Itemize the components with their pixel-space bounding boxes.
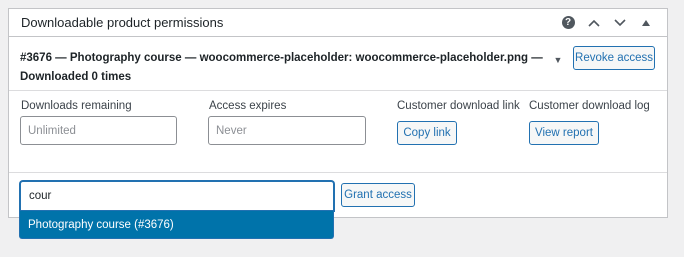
- panel-header: Downloadable product permissions ?: [9, 9, 667, 37]
- copy-link-button[interactable]: Copy link: [397, 121, 457, 145]
- downloads-remaining-input[interactable]: [20, 116, 177, 145]
- search-results-dropdown: Photography course (#3676): [19, 211, 334, 239]
- panel-title: Downloadable product permissions: [21, 15, 224, 30]
- permission-header: #3676 — Photography course — woocommerce…: [9, 38, 667, 91]
- permission-title: #3676 — Photography course — woocommerce…: [20, 52, 543, 83]
- caret-down-icon[interactable]: ▼: [553, 55, 563, 65]
- product-search-input[interactable]: [20, 181, 334, 211]
- revoke-access-button[interactable]: Revoke access: [573, 46, 655, 70]
- help-icon[interactable]: ?: [557, 12, 579, 34]
- search-result-option[interactable]: Photography course (#3676): [20, 211, 333, 239]
- downloadable-permissions-panel: Downloadable product permissions ? #3676…: [8, 8, 668, 218]
- access-expires-input[interactable]: [208, 116, 366, 145]
- customer-download-link-label: Customer download link: [397, 100, 520, 112]
- downloads-remaining-label: Downloads remaining: [21, 100, 132, 112]
- access-expires-label: Access expires: [209, 100, 287, 112]
- permission-fields: Downloads remaining Access expires Custo…: [9, 92, 667, 172]
- caret-up-icon[interactable]: [635, 12, 657, 34]
- chevron-up-icon[interactable]: [583, 12, 605, 34]
- panel-header-actions: ?: [557, 12, 657, 34]
- chevron-down-icon[interactable]: [609, 12, 631, 34]
- help-icon-glyph: ?: [561, 16, 575, 29]
- grant-access-button[interactable]: Grant access: [341, 183, 415, 207]
- customer-download-log-label: Customer download log: [529, 100, 650, 112]
- view-report-button[interactable]: View report: [529, 121, 599, 145]
